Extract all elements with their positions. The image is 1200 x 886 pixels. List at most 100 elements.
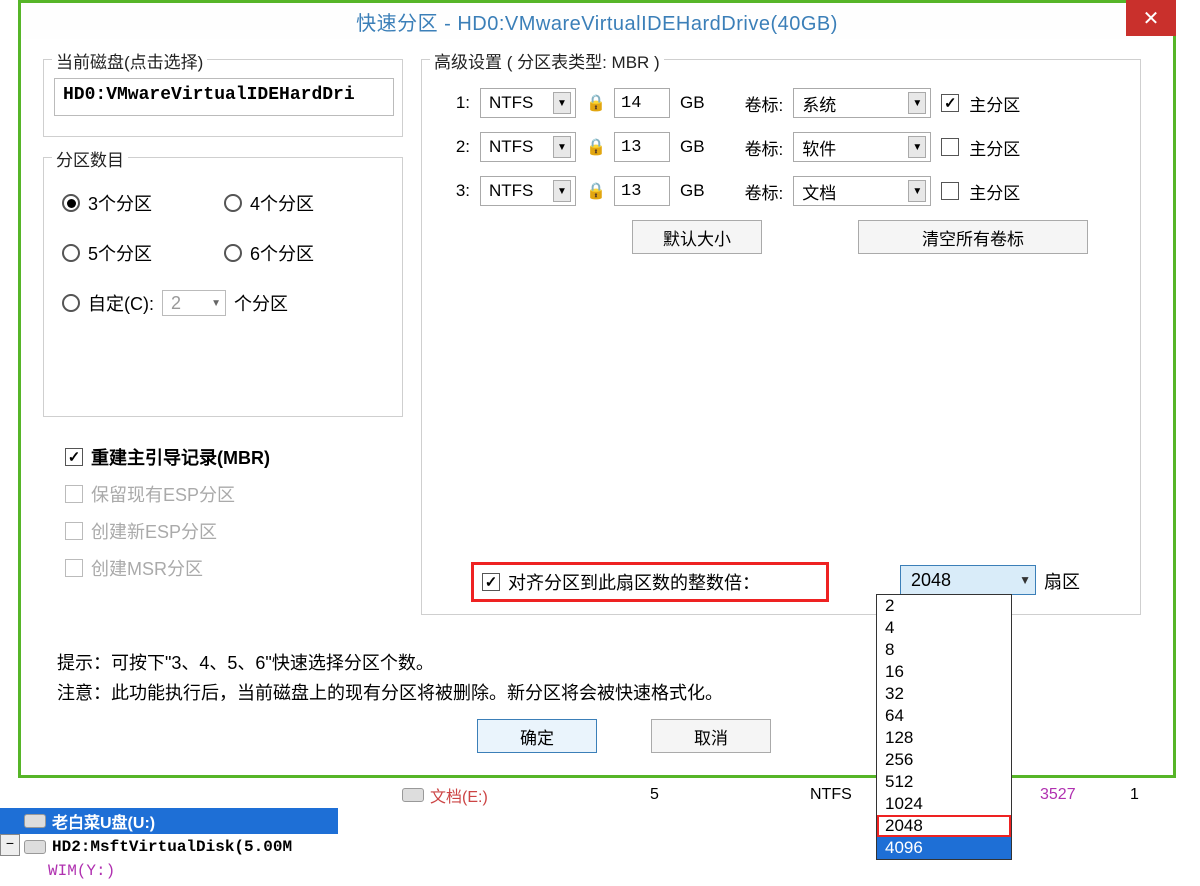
primary-checkbox-1[interactable] <box>941 94 959 112</box>
sector-option[interactable]: 512 <box>877 771 1011 793</box>
bg-wim-row[interactable]: WIM(Y:) <box>0 858 1200 884</box>
sector-suffix: 扇区 <box>1044 568 1080 594</box>
lock-icon[interactable]: 🔒 <box>586 181 604 201</box>
titlebar: 快速分区 - HD0:VMwareVirtualIDEHardDrive(40G… <box>21 3 1173 39</box>
bg-vol-name: 文档(E:) <box>430 783 488 807</box>
radio-icon <box>62 294 80 312</box>
checkbox-icon <box>65 522 83 540</box>
partition-row-2: 2: NTFS ▼ 🔒 GB 卷标: 软件 ▼ 主分区 <box>452 132 1020 162</box>
radio-icon <box>62 194 80 212</box>
gb-label: GB <box>680 137 705 157</box>
advanced-legend: 高级设置 ( 分区表类型: MBR ) <box>430 48 664 73</box>
vol-label-text: 卷标: <box>745 135 784 160</box>
checkbox-icon <box>65 559 83 577</box>
bg-wim-label: WIM(Y:) <box>48 862 115 880</box>
partition-row-1: 1: NTFS ▼ 🔒 GB 卷标: 系统 ▼ 主分区 <box>452 88 1020 118</box>
radio-icon <box>62 244 80 262</box>
radio-6-partitions[interactable]: 6个分区 <box>224 240 314 266</box>
lock-icon[interactable]: 🔒 <box>586 137 604 157</box>
size-input-3[interactable] <box>614 176 670 206</box>
sector-option[interactable]: 16 <box>877 661 1011 683</box>
current-disk-group: 当前磁盘(点击选择) HD0:VMwareVirtualIDEHardDri <box>43 59 403 137</box>
bg-usb-row[interactable]: 老白菜U盘(U:) <box>0 808 338 834</box>
cancel-button[interactable]: 取消 <box>651 719 771 753</box>
keep-esp-checkbox: 保留现有ESP分区 <box>65 481 235 507</box>
sector-option[interactable]: 2 <box>877 595 1011 617</box>
bg-col2: 5 <box>650 786 659 804</box>
volume-label-select-2[interactable]: 软件 ▼ <box>793 132 931 162</box>
filesystem-select-2[interactable]: NTFS ▼ <box>480 132 576 162</box>
volume-label-select-1[interactable]: 系统 ▼ <box>793 88 931 118</box>
bg-usb-label: 老白菜U盘(U:) <box>52 809 155 833</box>
bg-fs: NTFS <box>810 786 852 804</box>
partition-count-legend: 分区数目 <box>52 146 128 171</box>
rebuild-mbr-checkbox[interactable]: 重建主引导记录(MBR) <box>65 444 270 470</box>
sector-option[interactable]: 32 <box>877 683 1011 705</box>
gb-label: GB <box>680 181 705 201</box>
volume-label-select-3[interactable]: 文档 ▼ <box>793 176 931 206</box>
bg-volume-row[interactable]: 文档(E:) 5 NTFS 3527 1 <box>0 782 1200 808</box>
partition-count-group: 分区数目 3个分区 4个分区 5个分区 6个分区 自定(C): <box>43 157 403 417</box>
sector-option[interactable]: 1024 <box>877 793 1011 815</box>
chevron-down-icon: ▼ <box>908 136 926 158</box>
sector-option[interactable]: 8 <box>877 639 1011 661</box>
primary-checkbox-3[interactable] <box>941 182 959 200</box>
default-size-button[interactable]: 默认大小 <box>632 220 762 254</box>
sector-option[interactable]: 256 <box>877 749 1011 771</box>
collapse-icon[interactable]: − <box>0 834 20 856</box>
filesystem-select-1[interactable]: NTFS ▼ <box>480 88 576 118</box>
radio-4-partitions[interactable]: 4个分区 <box>224 190 314 216</box>
gb-label: GB <box>680 93 705 113</box>
new-esp-checkbox: 创建新ESP分区 <box>65 518 217 544</box>
usb-icon <box>24 814 46 828</box>
sector-count-select[interactable]: 2048 ▼ <box>900 565 1036 595</box>
sector-option-2048[interactable]: 2048 <box>877 815 1011 837</box>
chevron-down-icon: ▼ <box>908 92 926 114</box>
checkbox-icon <box>65 448 83 466</box>
sector-option-4096[interactable]: 4096 <box>877 837 1011 859</box>
current-disk-legend: 当前磁盘(点击选择) <box>52 48 207 73</box>
radio-custom-partitions[interactable]: 自定(C): 2 ▼ 个分区 <box>62 290 288 316</box>
chevron-down-icon: ▼ <box>553 92 571 114</box>
sector-option[interactable]: 128 <box>877 727 1011 749</box>
disk-icon <box>24 840 46 854</box>
chevron-down-icon: ▼ <box>553 180 571 202</box>
chevron-down-icon: ▼ <box>908 180 926 202</box>
primary-checkbox-2[interactable] <box>941 138 959 156</box>
sector-dropdown[interactable]: 2 4 8 16 32 64 128 256 512 1024 2048 409… <box>876 594 1012 860</box>
advanced-settings-group: 高级设置 ( 分区表类型: MBR ) 1: NTFS ▼ 🔒 GB 卷标: 系… <box>421 59 1141 615</box>
close-button[interactable]: ✕ <box>1126 0 1176 36</box>
checkbox-icon <box>65 485 83 503</box>
ok-button[interactable]: 确定 <box>477 719 597 753</box>
tips-text: 提示：可按下"3、4、5、6"快速选择分区个数。 注意：此功能执行后，当前磁盘上… <box>57 648 723 708</box>
custom-count-select[interactable]: 2 ▼ <box>162 290 226 316</box>
bg-size: 3527 <box>1040 786 1076 804</box>
vol-label-text: 卷标: <box>745 179 784 204</box>
radio-icon <box>224 194 242 212</box>
row-index: 3: <box>452 181 470 201</box>
row-index: 1: <box>452 93 470 113</box>
chevron-down-icon: ▼ <box>211 298 221 309</box>
chevron-down-icon: ▼ <box>1019 573 1031 587</box>
size-input-1[interactable] <box>614 88 670 118</box>
radio-3-partitions[interactable]: 3个分区 <box>62 190 152 216</box>
filesystem-select-3[interactable]: NTFS ▼ <box>480 176 576 206</box>
align-sectors-checkbox[interactable]: 对齐分区到此扇区数的整数倍： <box>471 562 829 602</box>
checkbox-icon <box>482 573 500 591</box>
bg-hd2-row[interactable]: − HD2:MsftVirtualDisk(5.00M <box>0 834 1200 860</box>
bg-num: 1 <box>1130 786 1139 804</box>
partition-row-3: 3: NTFS ▼ 🔒 GB 卷标: 文档 ▼ 主分区 <box>452 176 1020 206</box>
bg-hd2-label: HD2:MsftVirtualDisk(5.00M <box>52 838 292 856</box>
disk-icon <box>402 788 424 802</box>
chevron-down-icon: ▼ <box>553 136 571 158</box>
clear-labels-button[interactable]: 清空所有卷标 <box>858 220 1088 254</box>
radio-icon <box>224 244 242 262</box>
size-input-2[interactable] <box>614 132 670 162</box>
current-disk-field[interactable]: HD0:VMwareVirtualIDEHardDri <box>54 78 394 116</box>
dialog-title: 快速分区 - HD0:VMwareVirtualIDEHardDrive(40G… <box>356 7 838 36</box>
lock-icon[interactable]: 🔒 <box>586 93 604 113</box>
radio-5-partitions[interactable]: 5个分区 <box>62 240 152 266</box>
vol-label-text: 卷标: <box>745 91 784 116</box>
sector-option[interactable]: 64 <box>877 705 1011 727</box>
sector-option[interactable]: 4 <box>877 617 1011 639</box>
